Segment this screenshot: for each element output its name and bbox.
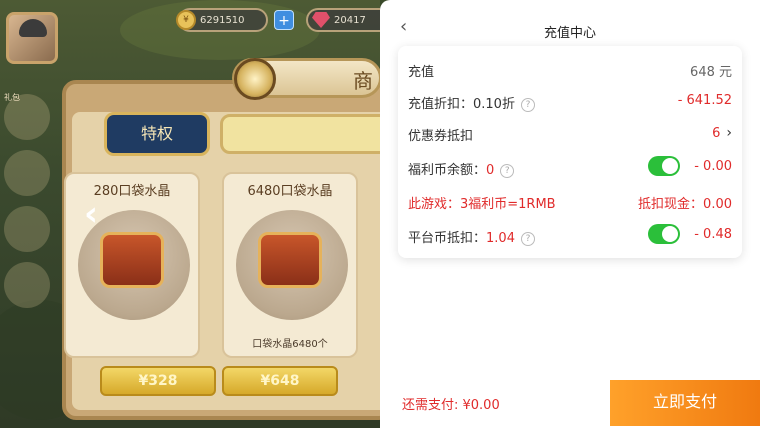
row-recharge: 充值 648 元: [408, 58, 732, 80]
payment-footer: 还需支付: ¥0.00 立即支付: [380, 378, 760, 428]
gold-currency: ¥ 6291510: [176, 8, 268, 32]
welfare-value: - 0.00: [694, 159, 732, 174]
row-coupon[interactable]: 优惠券抵扣 6 ›: [408, 122, 732, 144]
chevron-left-icon[interactable]: ‹: [84, 194, 98, 234]
discount-value: - 641.52: [677, 93, 732, 108]
side-icon-more[interactable]: [4, 262, 50, 308]
row-welfare: 福利币余额：0? - 0.00: [408, 156, 732, 178]
tab-secondary[interactable]: [220, 114, 380, 154]
gold-amount: 6291510: [200, 14, 245, 26]
coupon-value-wrap: 6 ›: [712, 125, 732, 141]
coupon-count: 6: [712, 126, 721, 141]
side-icon-pet[interactable]: [4, 206, 50, 252]
chest-icon: [100, 232, 164, 288]
help-icon[interactable]: ?: [500, 164, 515, 178]
chevron-right-icon: ›: [726, 125, 732, 141]
card-title: 6480口袋水晶: [247, 184, 333, 199]
platform-label-wrap: 平台币抵扣：1.04?: [408, 227, 535, 246]
deduct-cash-value: 抵扣现金：0.00: [638, 197, 732, 212]
tab-privilege[interactable]: 特权: [104, 112, 210, 156]
welfare-toggle[interactable]: [648, 156, 680, 176]
game-background: ¥ 6291510 + 20417 礼包 商 特权 280口袋水晶 6480口袋…: [0, 0, 380, 428]
player-avatar[interactable]: [6, 12, 58, 64]
payment-details-card: 充值 648 元 充值折扣：0.10折? - 641.52 优惠券抵扣 6 › 福…: [398, 46, 742, 258]
platform-amount: 1.04: [486, 231, 515, 246]
platform-label: 平台币抵扣：: [408, 231, 487, 246]
welfare-label-wrap: 福利币余额：0?: [408, 159, 515, 178]
add-gold-button[interactable]: +: [274, 10, 294, 30]
gem-currency: 20417: [306, 8, 380, 32]
row-discount: 充值折扣：0.10折? - 641.52: [408, 90, 732, 112]
chest-image: [236, 210, 348, 320]
shop-title: 商: [353, 69, 373, 93]
gem-amount: 20417: [334, 14, 366, 26]
compass-icon: [234, 58, 276, 100]
chest-icon: [258, 232, 322, 288]
row-platform: 平台币抵扣：1.04? - 0.48: [408, 224, 732, 246]
game-rate-label: 此游戏：3福利币=1RMB: [408, 197, 556, 212]
recharge-panel: ‹ 充值中心 充值 648 元 充值折扣：0.10折? - 641.52 优惠券…: [380, 0, 760, 428]
row-game-rate: 此游戏：3福利币=1RMB 抵扣现金：0.00: [408, 190, 732, 212]
help-icon[interactable]: ?: [520, 232, 535, 246]
help-icon[interactable]: ?: [520, 98, 535, 112]
coupon-label: 优惠券抵扣: [408, 129, 474, 144]
page-title: 充值中心: [543, 26, 596, 41]
discount-label: 充值折扣：0.10折: [408, 97, 515, 112]
price-button-648[interactable]: ¥648: [222, 366, 338, 396]
recharge-value: 648 元: [690, 65, 732, 80]
pay-now-button[interactable]: 立即支付: [610, 380, 760, 426]
welfare-label: 福利币余额：: [408, 163, 487, 178]
side-menu: [0, 90, 56, 318]
recharge-label: 充值: [408, 65, 435, 80]
platform-value: - 0.48: [694, 227, 732, 242]
side-icon-event[interactable]: [4, 150, 50, 196]
welfare-amount: 0: [486, 163, 495, 178]
amount-due: 还需支付: ¥0.00: [402, 398, 500, 413]
gem-icon: [312, 12, 330, 28]
coin-icon: ¥: [176, 10, 196, 30]
shop-card-2[interactable]: 6480口袋水晶 口袋水晶6480个: [222, 172, 358, 358]
card-subtitle: 口袋水晶6480个: [252, 339, 328, 350]
discount-label-wrap: 充值折扣：0.10折?: [408, 93, 535, 112]
side-label-gift: 礼包: [4, 93, 20, 102]
price-button-328[interactable]: ¥328: [100, 366, 216, 396]
platform-toggle[interactable]: [648, 224, 680, 244]
